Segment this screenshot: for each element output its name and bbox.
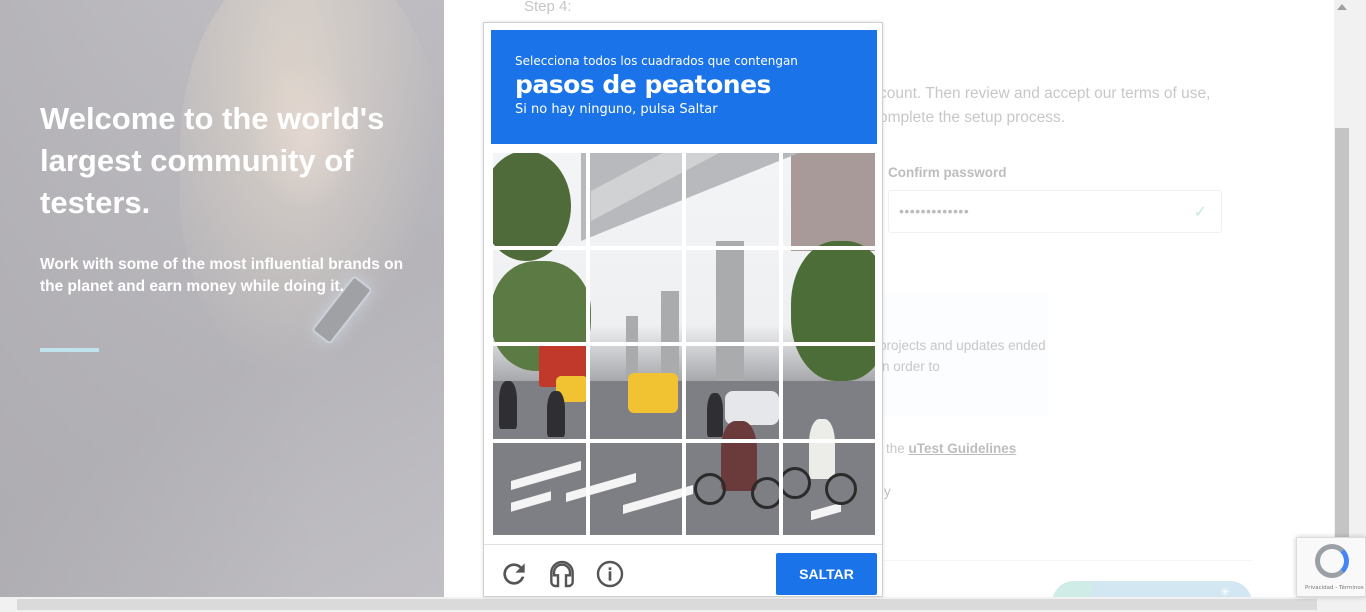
captcha-tile[interactable] — [684, 344, 781, 441]
challenge-target: pasos de peatones — [515, 70, 771, 99]
reload-icon[interactable] — [498, 558, 530, 590]
challenge-hint: Si no hay ninguno, pulsa Saltar — [515, 102, 718, 117]
captcha-tile[interactable] — [587, 151, 684, 248]
challenge-header: Selecciona todos los cuadrados que conte… — [491, 30, 877, 144]
badge-links[interactable]: Privacidad - Términos — [1305, 585, 1364, 591]
captcha-tile[interactable] — [780, 344, 877, 441]
scroll-up-arrow-icon[interactable] — [1337, 4, 1347, 10]
captcha-tile[interactable] — [491, 151, 588, 248]
horizontal-scrollbar[interactable] — [0, 597, 1366, 612]
horizontal-scroll-thumb[interactable] — [17, 599, 1317, 610]
challenge-image-grid — [491, 151, 877, 537]
recaptcha-badge[interactable]: Privacidad - Términos — [1296, 537, 1366, 597]
recaptcha-logo-icon — [1315, 544, 1349, 578]
captcha-tile[interactable] — [684, 247, 781, 344]
vertical-scrollbar[interactable] — [1334, 0, 1366, 597]
captcha-tile[interactable] — [491, 440, 588, 537]
challenge-instruction: Selecciona todos los cuadrados que conte… — [515, 54, 798, 68]
captcha-tile[interactable] — [780, 151, 877, 248]
captcha-tile[interactable] — [491, 344, 588, 441]
captcha-tile[interactable] — [587, 440, 684, 537]
captcha-tile[interactable] — [491, 247, 588, 344]
captcha-tile[interactable] — [684, 440, 781, 537]
vertical-scroll-thumb[interactable] — [1335, 128, 1349, 538]
tile-grid — [491, 151, 877, 537]
captcha-tile[interactable] — [684, 151, 781, 248]
info-icon[interactable] — [594, 558, 626, 590]
captcha-tile[interactable] — [587, 344, 684, 441]
headphones-icon[interactable] — [546, 558, 578, 590]
challenge-footer-divider — [484, 544, 882, 545]
skip-button[interactable]: SALTAR — [776, 553, 877, 595]
captcha-tile[interactable] — [780, 247, 877, 344]
captcha-tile[interactable] — [780, 440, 877, 537]
recaptcha-challenge: Selecciona todos los cuadrados que conte… — [483, 22, 883, 597]
captcha-tile[interactable] — [587, 247, 684, 344]
